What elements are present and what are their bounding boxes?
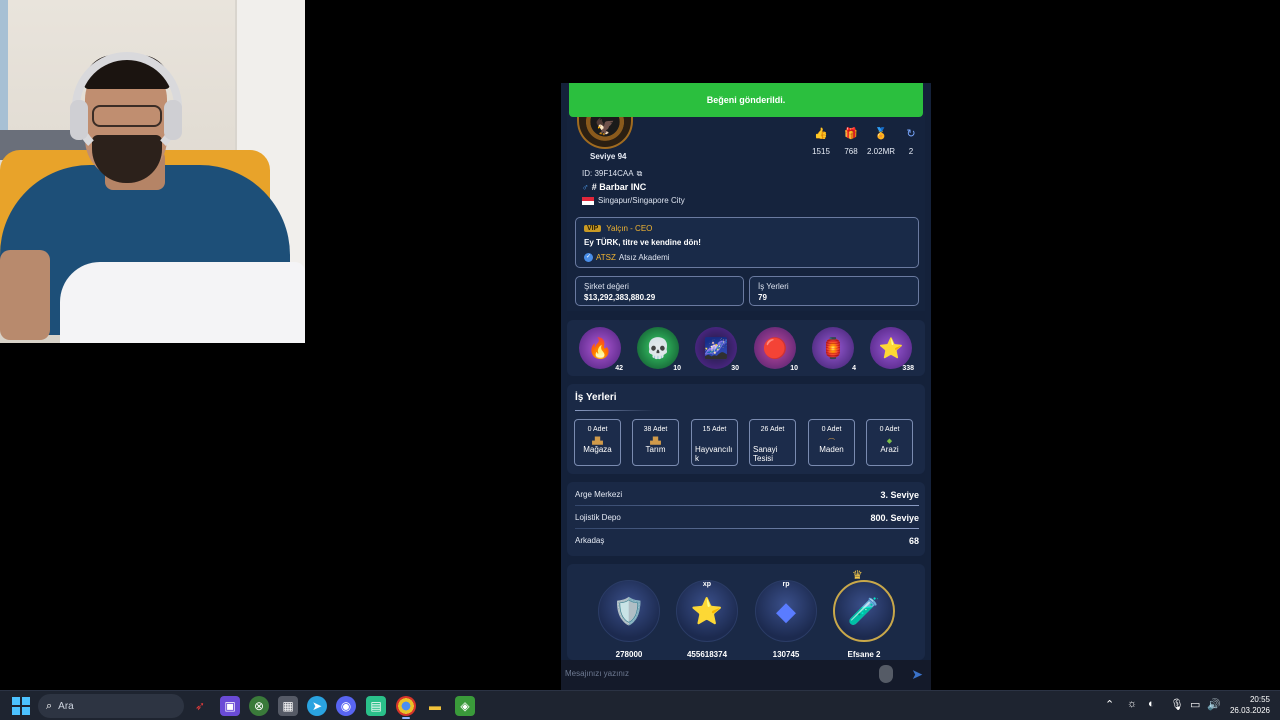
ceo-motto: Ey TÜRK, titre ve kendine dön! <box>584 238 701 247</box>
windows-start-icon[interactable] <box>12 697 30 715</box>
toast-message: Beğeni gönderildi. <box>569 83 923 117</box>
stat-badge[interactable]: 🏅 2.02MR <box>867 127 895 156</box>
rp-crystal-icon[interactable]: rp ◆ <box>755 580 817 642</box>
company-value: $13,292,383,880.29 <box>584 293 656 302</box>
terminal-icon[interactable]: ▤ <box>366 696 386 716</box>
display-icon[interactable]: ▭ <box>1190 698 1200 711</box>
workplace-card-livestock[interactable]: 15 Adet Hayvancılı k <box>691 419 738 466</box>
workplace-card-store[interactable]: 0 Adet ▟▙ Mağaza <box>574 419 621 466</box>
workplaces-count: 79 <box>758 293 767 302</box>
farm-icon: ▟▙ <box>650 438 661 445</box>
info-list: Arge Merkezi 3. Seviye Lojistik Depo 800. … <box>567 482 925 556</box>
chrome-icon[interactable] <box>396 696 416 716</box>
thumbs-up-icon: 👍 <box>814 128 828 140</box>
game-app-icon[interactable]: ➶ <box>190 696 210 716</box>
verified-icon: ✓ <box>584 253 593 262</box>
volume-icon[interactable]: 🔊 <box>1207 698 1221 711</box>
fire-gem-icon[interactable]: 🔥 42 <box>579 327 623 372</box>
search-input[interactable]: ⌕ Ara <box>38 694 184 718</box>
stat-gifts[interactable]: 🎁 768 <box>841 127 861 156</box>
twitch-icon[interactable]: ▣ <box>220 696 240 716</box>
list-item[interactable]: Arkadaş 68 <box>575 529 919 552</box>
workplace-card-industry[interactable]: 26 Adet Sanayi Tesisi <box>749 419 796 466</box>
game-panel: Beğeni gönderildi. 🦅 Seviye 94 👍 1515 🎁 … <box>561 83 931 690</box>
calculator-icon[interactable]: ▦ <box>278 696 298 716</box>
flag-icon <box>582 196 594 205</box>
section-title: İş Yerleri <box>575 392 617 403</box>
desktop-stage: Beğeni gönderildi. 🦅 Seviye 94 👍 1515 🎁 … <box>0 0 1280 690</box>
company-name: ♂ # Barbar INC <box>582 182 647 192</box>
list-item: Lojistik Depo 800. Seviye <box>575 506 919 529</box>
chevron-up-icon[interactable]: ⌃ <box>1105 698 1114 711</box>
badge-icon: 🏅 <box>874 128 888 140</box>
steam-icon[interactable]: ◐ <box>1148 698 1155 710</box>
list-item: Arge Merkezi 3. Seviye <box>575 483 919 506</box>
system-clock[interactable]: 20:55 26.03.2026 <box>1230 694 1270 716</box>
lantern-icon[interactable]: 🏮 4 <box>812 327 856 372</box>
refresh-icon: ↻ <box>906 128 916 140</box>
city-location: Singapur/Singapore City <box>582 196 685 205</box>
skull-gem-icon[interactable]: 💀 10 <box>637 327 681 372</box>
message-bar: Mesajınızı yazınız ➤ <box>561 660 931 690</box>
ceo-card: VIP Yalçın - CEO Ey TÜRK, titre ve kendin… <box>575 217 919 268</box>
galaxy-gem-icon[interactable]: 🌌 30 <box>695 327 739 372</box>
folder-icon[interactable]: ▬ <box>425 696 445 716</box>
male-icon: ♂ <box>582 182 589 192</box>
workplace-card-land[interactable]: 0 Adet ◆ Arazi <box>866 419 913 466</box>
microphone-icon[interactable]: 🎙 <box>1170 698 1184 711</box>
ceo-name[interactable]: Yalçın - CEO <box>606 224 652 233</box>
stat-likes[interactable]: 👍 1515 <box>811 127 831 156</box>
academy-name[interactable]: Atsız Akademi <box>619 253 670 262</box>
workplace-card-mine[interactable]: 0 Adet ⌒ Maden <box>808 419 855 466</box>
brightness-icon[interactable]: ☼ <box>1127 698 1137 710</box>
profile-stats: 👍 1515 🎁 768 🏅 2.02MR ↻ 2 <box>811 127 921 156</box>
egg-icon[interactable] <box>879 665 893 683</box>
potion-icon[interactable]: 🧪 <box>833 580 895 642</box>
stat-refresh[interactable]: ↻ 2 <box>901 127 921 156</box>
company-value-box: Şirket değeri $13,292,383,880.29 <box>575 276 744 306</box>
copy-icon[interactable]: ⧉ <box>637 169 643 178</box>
shield-badge-icon[interactable]: 🛡️ <box>598 580 660 642</box>
profile-card: 🦅 Seviye 94 👍 1515 🎁 768 🏅 2.02MR ↻ 2 ID… <box>567 111 925 311</box>
taskbar: ⌕ Ara ➶ ▣ ⊗ ▦ ➤ ◉ ▤ ▬ ◈ ⌃ ☼ ◐ 🎙 ▭ 🔊 20:5… <box>0 690 1280 720</box>
vip-badge: VIP <box>584 225 602 232</box>
eagle-icon: 🦅 <box>595 119 615 136</box>
search-icon: ⌕ <box>46 699 53 712</box>
discord-icon[interactable]: ◉ <box>336 696 356 716</box>
workplaces-section: İş Yerleri 0 Adet ▟▙ Mağaza 38 Adet ▟▙ Tarım… <box>567 384 925 474</box>
star-icon[interactable]: ⭐ 338 <box>870 327 914 372</box>
workplace-card-farm[interactable]: 38 Adet ▟▙ Tarım <box>632 419 679 466</box>
xp-star-icon[interactable]: xp ⭐ <box>676 580 738 642</box>
player-level: Seviye 94 <box>590 152 627 161</box>
store-icon: ▟▙ <box>592 438 603 445</box>
xbox-icon[interactable]: ⊗ <box>249 696 269 716</box>
send-icon[interactable]: ➤ <box>911 666 923 683</box>
achievement-badges: 🛡️ 278000 xp ⭐ 455618374 rp ◆ 130745 ♛ 🧪 E… <box>567 564 925 660</box>
message-input[interactable]: Mesajınızı yazınız <box>565 669 629 678</box>
workplaces-box[interactable]: İş Yerleri 79 <box>749 276 919 306</box>
gift-icon: 🎁 <box>844 128 858 140</box>
ruby-gem-icon[interactable]: 🔴 10 <box>754 327 798 372</box>
land-icon: ◆ <box>886 438 893 445</box>
app-icon[interactable]: ◈ <box>455 696 475 716</box>
player-id: ID: 39F14CAA ⧉ <box>582 169 643 178</box>
academy-tag: ATSZ <box>596 253 616 262</box>
webcam-feed <box>0 0 305 343</box>
inventory-items: 🔥 42 💀 10 🌌 30 🔴 10 🏮 4 ⭐ 338 <box>567 320 925 376</box>
telegram-icon[interactable]: ➤ <box>307 696 327 716</box>
